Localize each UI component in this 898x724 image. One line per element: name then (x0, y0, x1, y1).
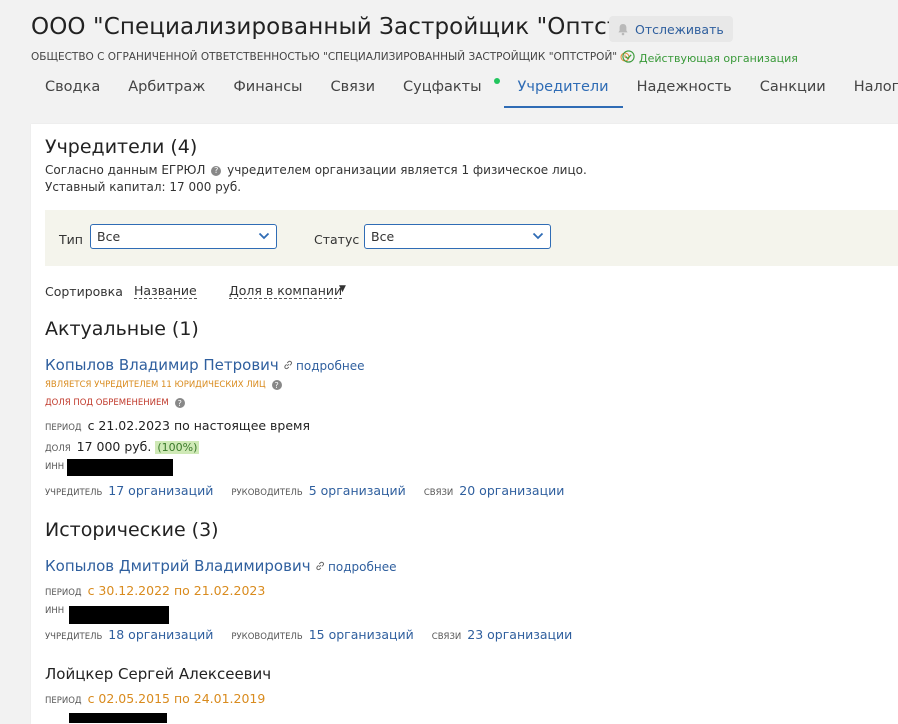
link-icon (283, 359, 293, 373)
info-icon[interactable]: ? (174, 398, 185, 408)
period-label: период (45, 588, 82, 598)
inn-label: инн (45, 462, 65, 472)
founder-name-link[interactable]: Копылов Владимир Петрович (45, 356, 279, 374)
period-row: период с 30.12.2022 по 21.02.2023 (45, 583, 265, 598)
filter-bar: Тип Все Статус Все (45, 210, 898, 266)
inn-redacted (67, 459, 173, 476)
status-filter-label: Статус (314, 232, 360, 247)
period-label: период (45, 423, 82, 433)
inn-redacted (69, 606, 169, 624)
new-dot-indicator (493, 78, 500, 84)
inn-label: инн (45, 606, 65, 616)
period-value: с 30.12.2022 по 21.02.2023 (87, 583, 266, 598)
egrul-note: Согласно данным ЕГРЮЛ ? учредителем орга… (45, 163, 587, 177)
tab-material-facts[interactable]: Суцфакты (389, 72, 504, 108)
sort-desc-icon: ▼ (339, 284, 346, 294)
more-label: подробнее (328, 560, 397, 574)
company-title: ООО "Специализированный Застройщик "Оптс… (31, 14, 675, 40)
tab-summary[interactable]: Сводка (31, 72, 114, 108)
tabs-bar: Сводка Арбитраж Финансы Связи Суцфакты У… (31, 72, 898, 108)
stats-row: учредитель 17 организаций руководитель 5… (45, 483, 582, 498)
share-percent: (100%) (155, 441, 200, 454)
status-text: Действующая организация (639, 51, 798, 65)
track-label: Отслеживать (635, 21, 724, 37)
encumbrance-badge: доля под обременением ? (45, 398, 187, 408)
sort-by-share[interactable]: Доля в компании (229, 284, 343, 299)
period-value: с 02.05.2015 по 24.01.2019 (87, 691, 266, 706)
chevron-down-icon (258, 230, 270, 245)
head-count-link[interactable]: 5 организаций (309, 483, 406, 498)
current-heading: Актуальные (1) (45, 318, 199, 340)
egrul-prefix: Согласно данным ЕГРЮЛ (45, 163, 206, 177)
share-value: 17 000 руб. (76, 439, 152, 454)
founder-count-label: учредитель (45, 632, 103, 642)
inn-row: инн (45, 606, 70, 616)
chevron-down-icon (532, 230, 544, 245)
tab-taxes[interactable]: Налоги (840, 72, 898, 108)
full-name-text: ОБЩЕСТВО С ОГРАНИЧЕННОЙ ОТВЕТСТВЕННОСТЬЮ… (31, 51, 618, 63)
link-icon (315, 560, 325, 574)
tab-material-facts-label: Суцфакты (403, 79, 482, 95)
historic-heading: Исторические (3) (45, 519, 219, 541)
links-count-label: связи (431, 632, 462, 642)
period-row: период с 21.02.2023 по настоящее время (45, 418, 310, 433)
stats-row: учредитель 18 организаций руководитель 1… (45, 627, 590, 642)
type-select[interactable]: Все (90, 224, 277, 249)
more-link[interactable]: подробнее (315, 560, 396, 574)
tab-finance[interactable]: Финансы (219, 72, 316, 108)
check-circle-icon (622, 50, 635, 66)
founder-count-link[interactable]: 17 организаций (108, 483, 213, 498)
status-select-value: Все (371, 229, 395, 244)
more-link[interactable]: подробнее (283, 359, 364, 373)
founder-of-text: является учредителем 11 юридических лиц (45, 380, 266, 390)
tab-reliability[interactable]: Надежность (623, 72, 746, 108)
links-count-label: связи (423, 488, 454, 498)
more-label: подробнее (296, 359, 365, 373)
tab-sanctions[interactable]: Санкции (746, 72, 840, 108)
founder-of-badge: является учредителем 11 юридических лиц … (45, 380, 284, 390)
tab-founders[interactable]: Учредители (503, 72, 623, 108)
share-label: доля (45, 444, 71, 454)
company-full-name: ОБЩЕСТВО С ОГРАНИЧЕННОЙ ОТВЕТСТВЕННОСТЬЮ… (31, 51, 630, 63)
sort-by-name[interactable]: Название (134, 284, 197, 299)
period-label: период (45, 696, 82, 706)
links-count-link[interactable]: 23 организации (467, 627, 572, 642)
authorized-capital: Уставный капитал: 17 000 руб. (45, 180, 242, 194)
type-filter-label: Тип (59, 232, 83, 247)
info-icon[interactable]: ? (211, 165, 222, 176)
tab-arbitration[interactable]: Арбитраж (114, 72, 219, 108)
track-button[interactable]: Отслеживать (609, 16, 733, 42)
sort-row: Сортировка Название Доля в компании ▼ (45, 284, 346, 299)
tab-links[interactable]: Связи (317, 72, 390, 108)
info-icon[interactable]: ? (271, 380, 282, 390)
sort-label: Сортировка (45, 284, 123, 299)
share-row: доля 17 000 руб. (100%) (45, 439, 200, 454)
founder-count-label: учредитель (45, 488, 103, 498)
type-select-value: Все (97, 229, 121, 244)
section-title: Учредители (4) (45, 136, 198, 158)
historic-founder-1-link[interactable]: Копылов Дмитрий Владимирович (45, 557, 311, 575)
company-header: ООО "Специализированный Застройщик "Оптс… (0, 0, 898, 118)
period-value: с 21.02.2023 по настоящее время (87, 418, 310, 433)
head-count-label: руководитель (231, 632, 303, 642)
links-count-link[interactable]: 20 организации (459, 483, 564, 498)
period-row: период с 02.05.2015 по 24.01.2019 (45, 691, 265, 706)
head-count-link[interactable]: 15 организаций (309, 627, 414, 642)
status-select[interactable]: Все (364, 224, 551, 249)
founders-card: Учредители (4) Согласно данным ЕГРЮЛ ? у… (31, 124, 898, 724)
bell-icon (617, 23, 629, 36)
historic-founder-2-name: Лойцкер Сергей Алексеевич (45, 665, 272, 683)
encumbrance-text: доля под обременением (45, 398, 169, 408)
founder-count-link[interactable]: 18 организаций (108, 627, 213, 642)
status-badge: Действующая организация (622, 50, 798, 66)
head-count-label: руководитель (231, 488, 303, 498)
inn-redacted (69, 713, 167, 723)
egrul-suffix: учредителем организации является 1 физич… (227, 163, 587, 177)
